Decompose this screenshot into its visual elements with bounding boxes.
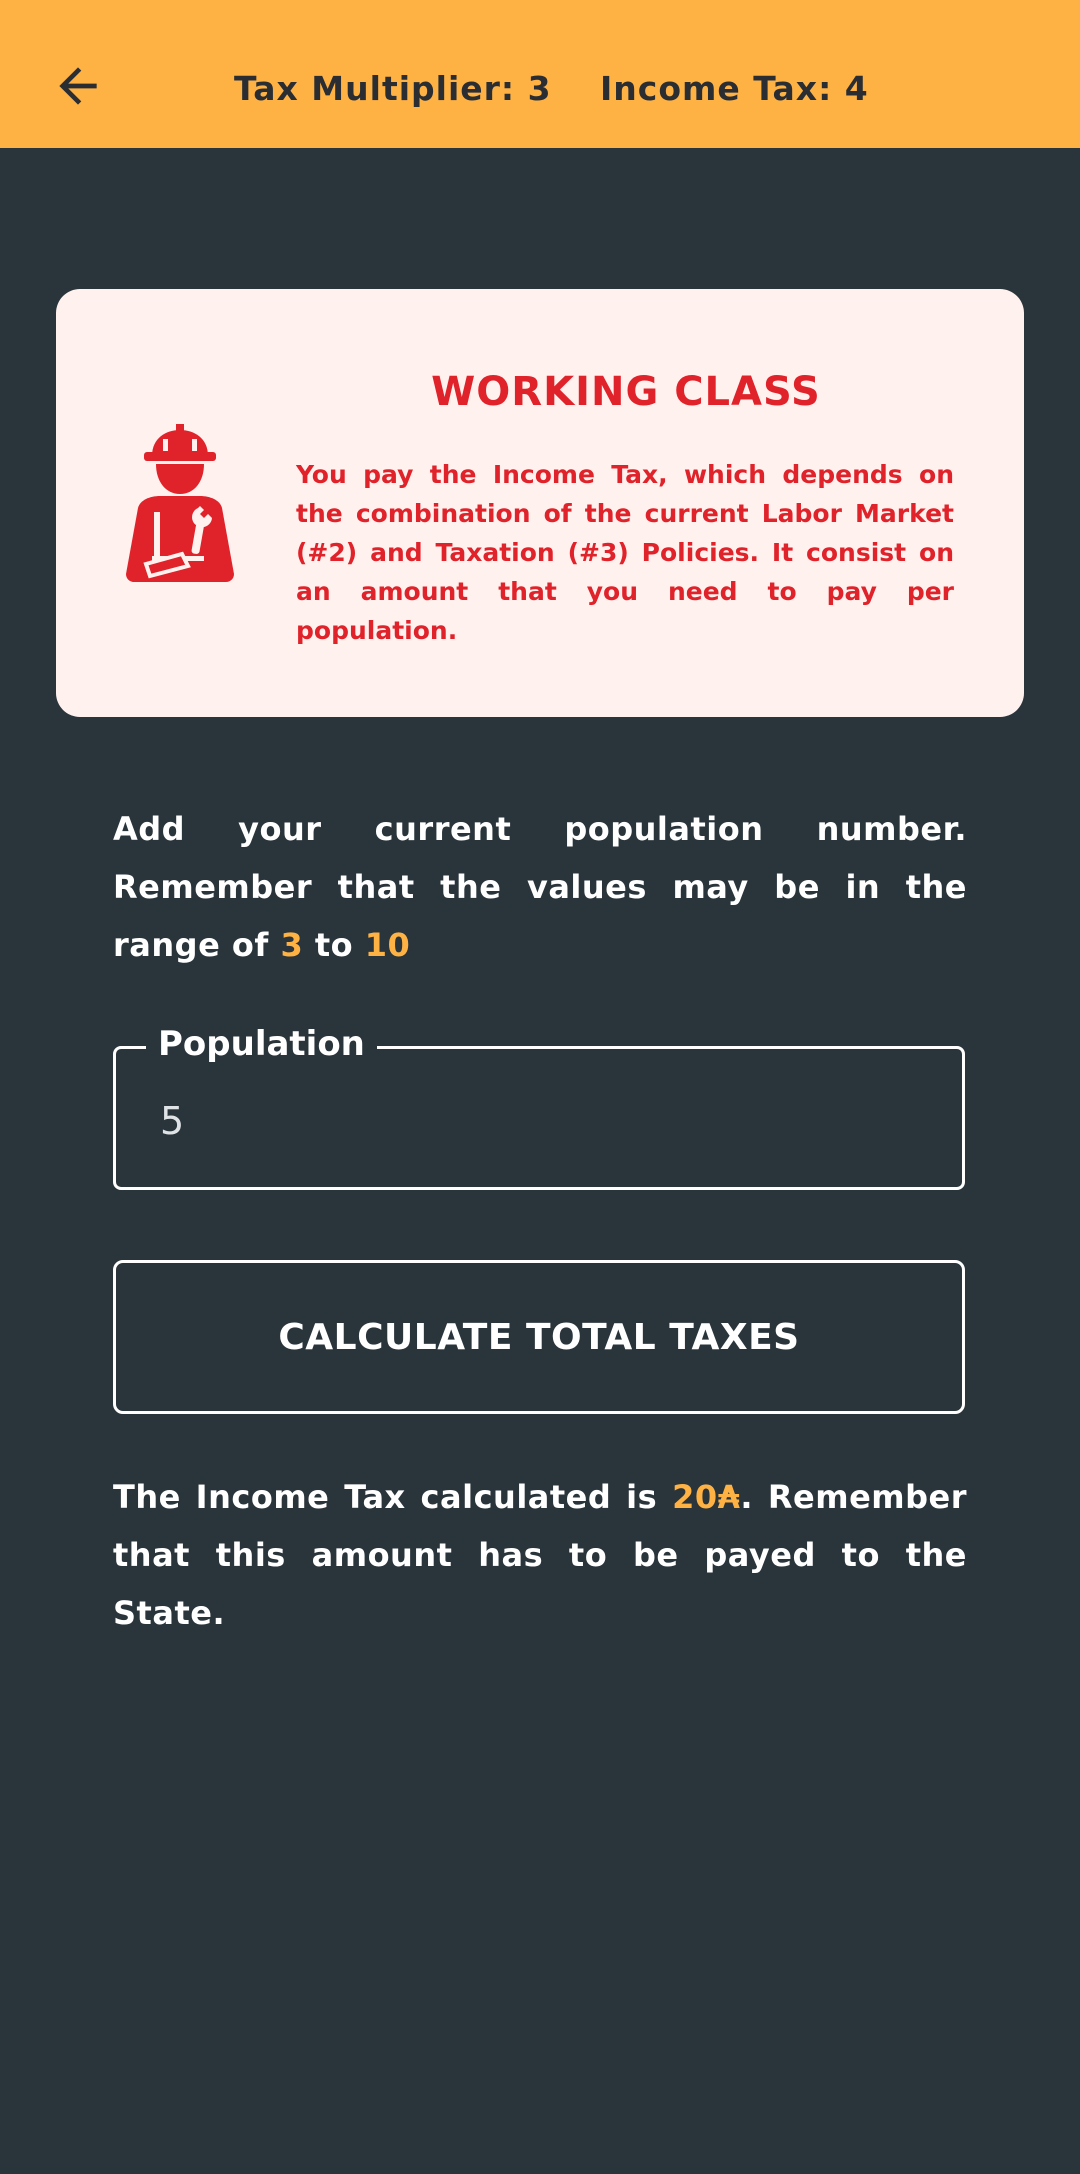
population-input[interactable] xyxy=(160,1095,920,1147)
class-title: WORKING CLASS xyxy=(431,369,821,415)
range-max: 10 xyxy=(364,926,411,964)
population-instructions: Add your current population number. Reme… xyxy=(113,800,967,974)
income-tax-label: Income Tax: 4 xyxy=(600,69,869,108)
result-amount: 20₳ xyxy=(672,1478,741,1516)
arrow-left-icon xyxy=(59,67,97,105)
working-class-card: WORKING CLASS You pay the Income Tax, wh… xyxy=(56,289,1024,717)
population-label: Population xyxy=(146,1019,377,1069)
result-text-before: The Income Tax calculated is xyxy=(113,1478,673,1516)
instructions-connector: to xyxy=(303,926,365,964)
income-tax-result: The Income Tax calculated is 20₳. Rememb… xyxy=(113,1468,967,1642)
range-min: 3 xyxy=(280,926,304,964)
calculate-total-taxes-button[interactable]: CALCULATE TOTAL TAXES xyxy=(113,1260,965,1414)
back-button[interactable] xyxy=(38,46,118,126)
class-description: You pay the Income Tax, which depends on… xyxy=(296,460,954,645)
app-bar: Tax Multiplier: 3 Income Tax: 4 xyxy=(0,0,1080,148)
tax-multiplier-label: Tax Multiplier: 3 xyxy=(234,69,552,108)
instructions-text: Add your current population number. Reme… xyxy=(113,810,967,964)
population-field[interactable]: Population xyxy=(113,1019,965,1190)
worker-icon xyxy=(126,424,234,582)
